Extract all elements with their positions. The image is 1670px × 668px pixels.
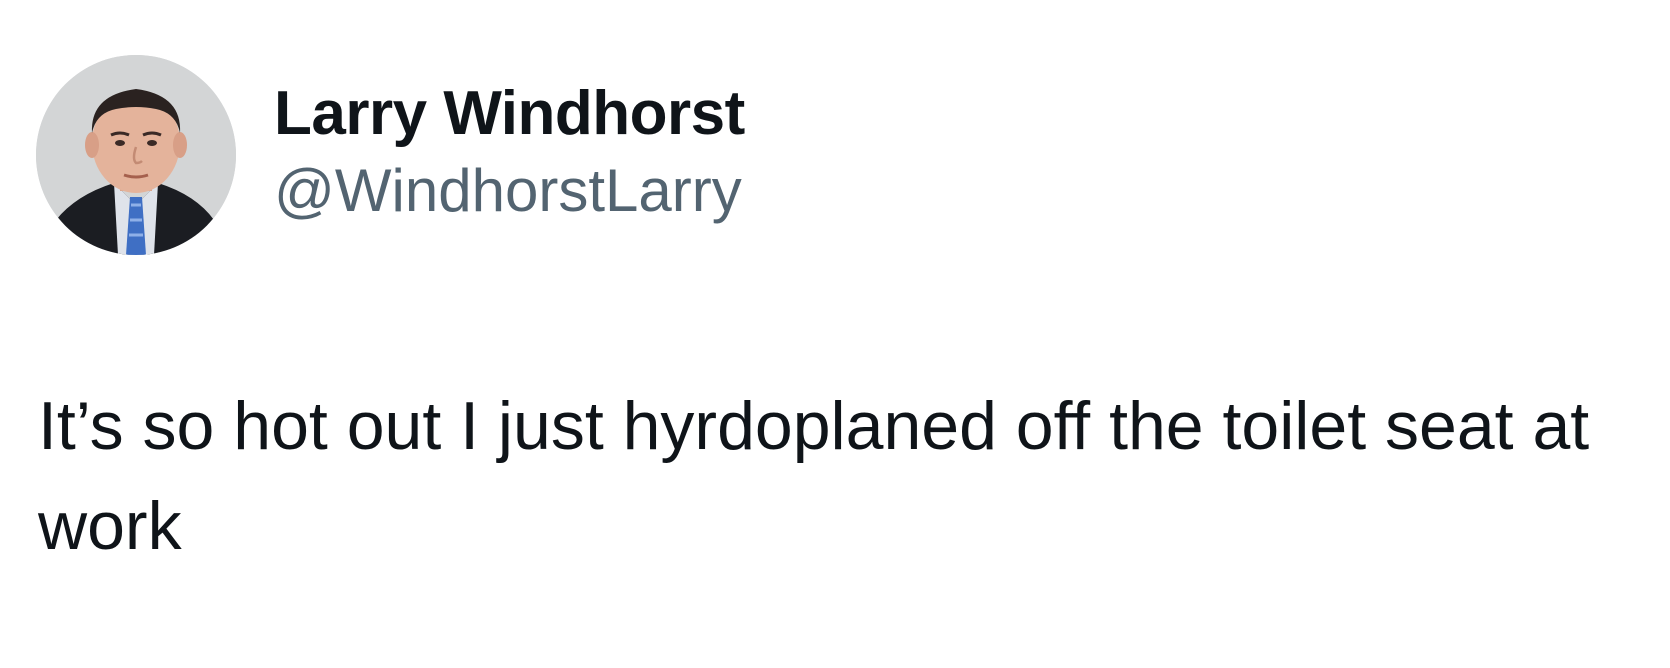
author-display-name[interactable]: Larry Windhorst bbox=[274, 78, 745, 150]
tweet-text: It’s so hot out I just hyrdoplaned off t… bbox=[38, 388, 1590, 564]
avatar[interactable] bbox=[36, 55, 236, 255]
author-handle[interactable]: @WindhorstLarry bbox=[274, 156, 745, 226]
avatar-image bbox=[36, 55, 236, 255]
tweet-card: Larry Windhorst @WindhorstLarry It’s so … bbox=[0, 0, 1670, 668]
author-identity: Larry Windhorst @WindhorstLarry bbox=[274, 78, 745, 226]
